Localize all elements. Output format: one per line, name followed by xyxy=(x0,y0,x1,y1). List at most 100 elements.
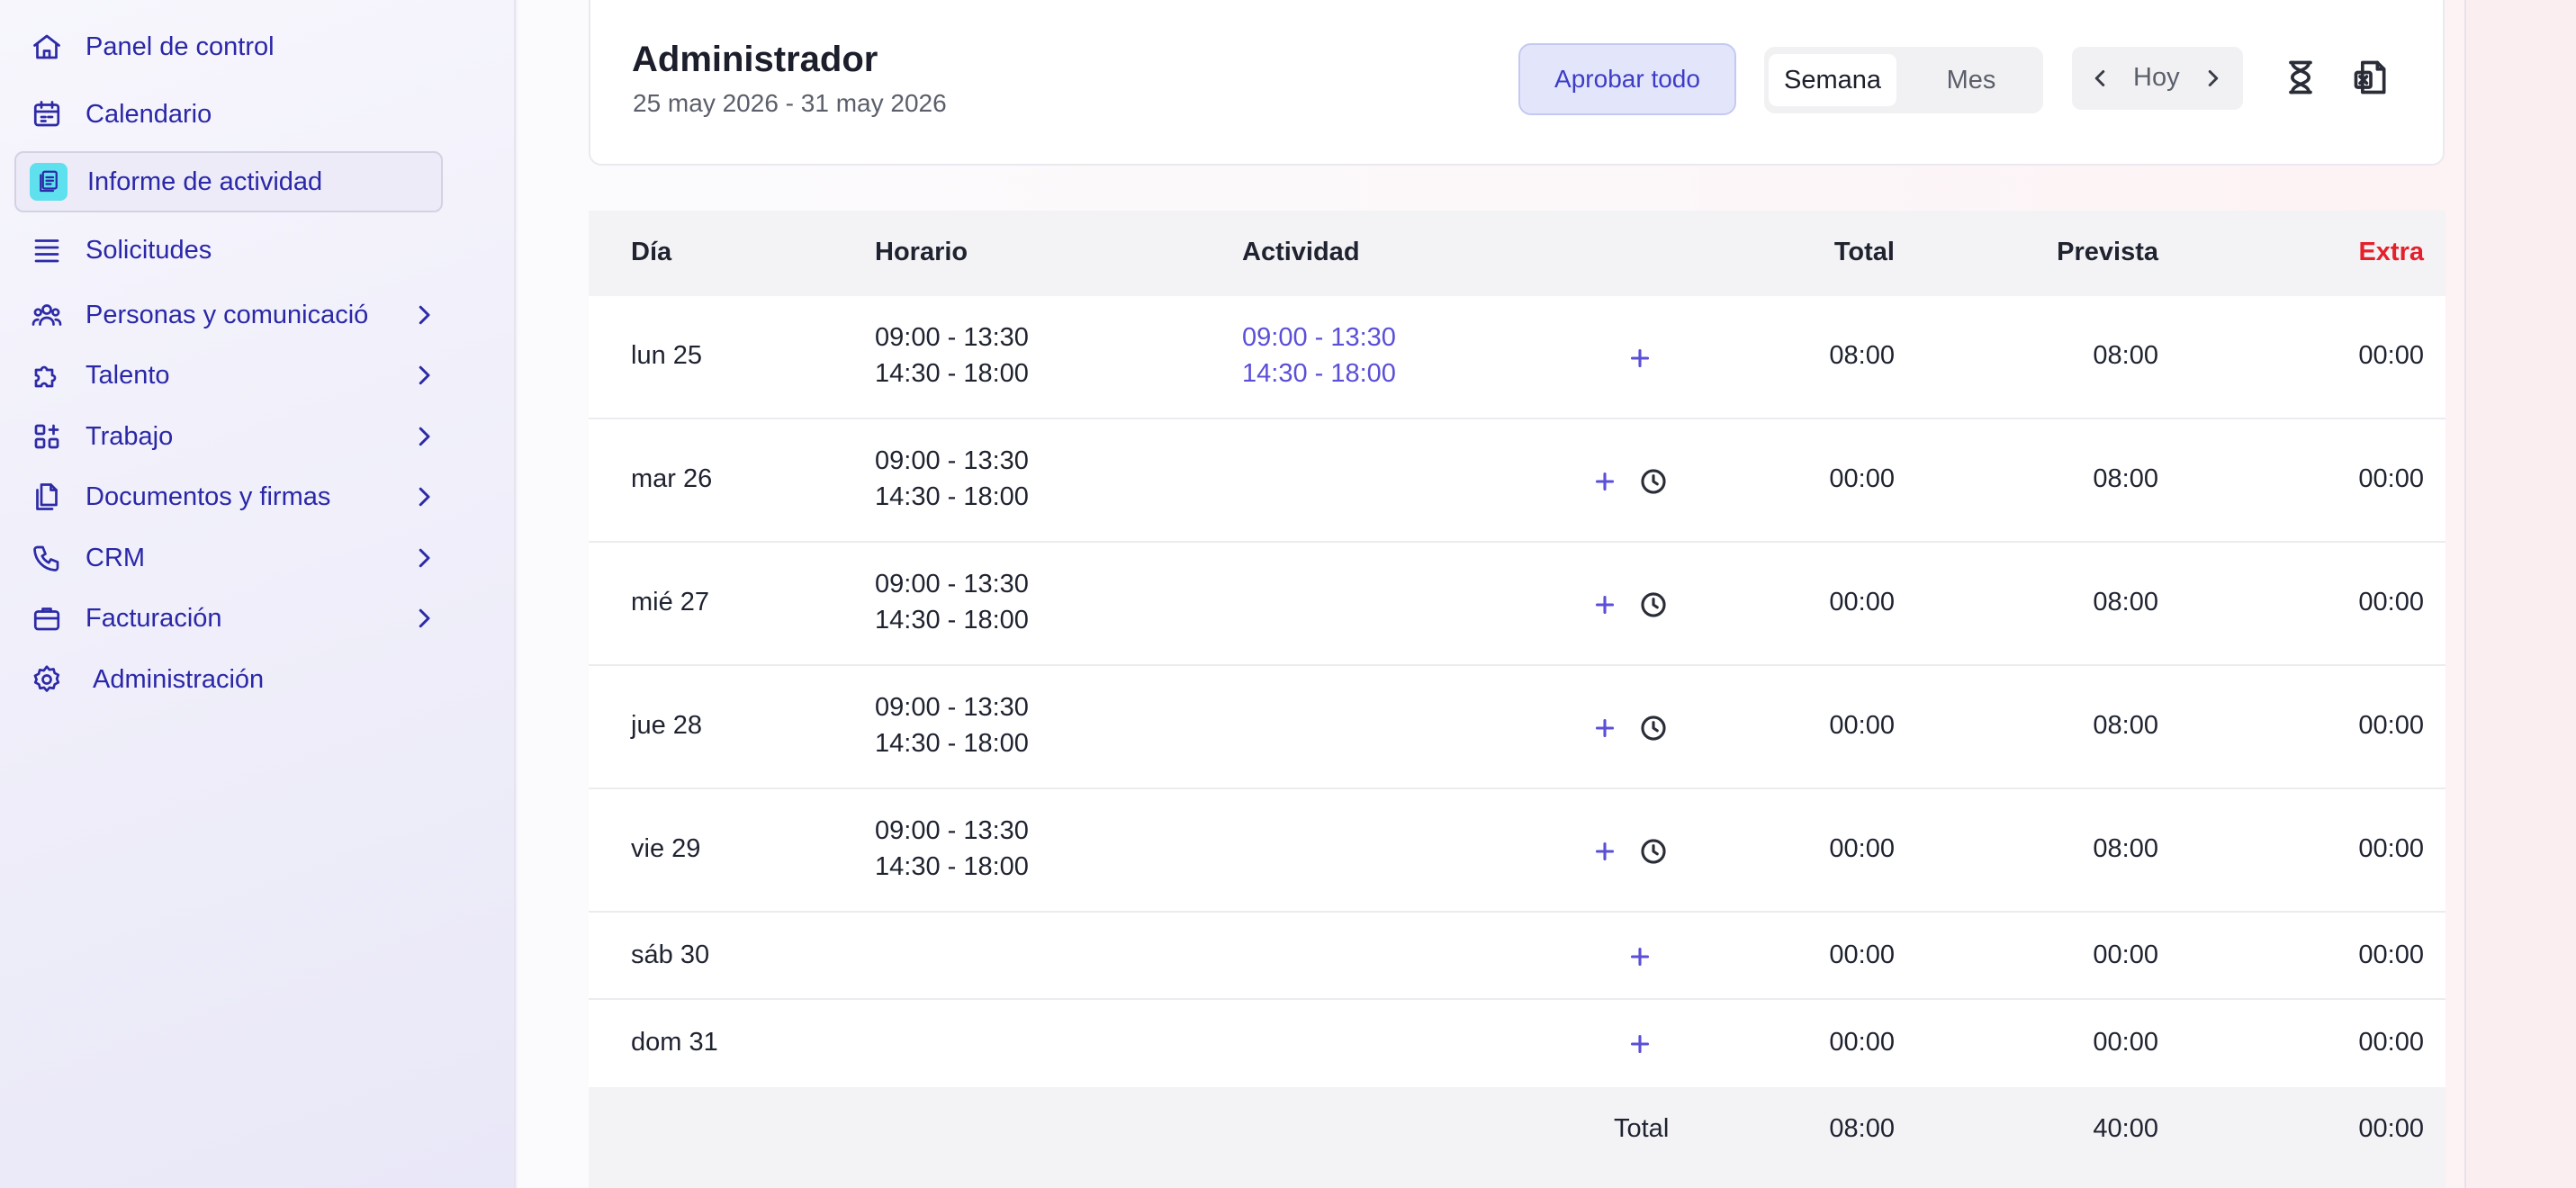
schedule-cell: 09:00 - 13:30 xyxy=(875,693,1029,722)
plus-icon[interactable] xyxy=(1590,590,1620,620)
schedule-cell: 09:00 - 13:30 xyxy=(875,446,1029,475)
date-navigation: Hoy xyxy=(2072,47,2243,110)
puzzle-icon xyxy=(29,357,65,393)
extra-cell: 00:00 xyxy=(2358,341,2424,370)
planned-cell: 08:00 xyxy=(2093,588,2158,616)
schedule-cell: 14:30 - 18:00 xyxy=(875,359,1029,388)
planned-cell: 00:00 xyxy=(2093,940,2158,969)
schedule-cell: 09:00 - 13:30 xyxy=(875,323,1029,352)
view-month-option[interactable]: Mes xyxy=(1913,54,2030,106)
column-header-schedule: Horario xyxy=(875,238,968,266)
footer-extra: 00:00 xyxy=(2358,1114,2424,1143)
sidebar-item-documentos-y-firmas[interactable]: Documentos y firmas xyxy=(14,466,443,527)
column-header-extra: Extra xyxy=(2358,238,2424,266)
home-icon xyxy=(29,29,65,65)
sidebar-item-label: Solicitudes xyxy=(86,235,212,265)
clock-icon[interactable] xyxy=(1638,713,1669,743)
schedule-cell: 14:30 - 18:00 xyxy=(875,852,1029,881)
total-cell: 00:00 xyxy=(1829,711,1895,740)
day-cell: jue 28 xyxy=(631,711,703,740)
chevron-left-icon[interactable] xyxy=(2086,65,2113,92)
phone-icon xyxy=(29,540,65,576)
page-title: Administrador xyxy=(632,40,878,79)
table-row[interactable]: mar 26 09:00 - 13:30 14:30 - 18:00 00:00… xyxy=(589,419,2445,543)
extra-cell: 00:00 xyxy=(2358,711,2424,740)
plus-icon[interactable] xyxy=(1625,1029,1655,1059)
plus-icon[interactable] xyxy=(1590,466,1620,497)
report-icon xyxy=(30,163,68,201)
date-range: 25 may 2026 - 31 may 2026 xyxy=(633,89,947,117)
schedule-cell: 14:30 - 18:00 xyxy=(875,729,1029,758)
total-cell: 00:00 xyxy=(1829,588,1895,616)
table-footer: Total 08:00 40:00 00:00 xyxy=(589,1087,2445,1188)
chevron-right-icon xyxy=(410,362,437,389)
table-row[interactable]: sáb 30 00:00 00:00 00:00 xyxy=(589,913,2445,1000)
list-icon xyxy=(29,232,65,268)
sidebar-item-talento[interactable]: Talento xyxy=(14,345,443,406)
schedule-cell: 14:30 - 18:00 xyxy=(875,482,1029,511)
apps-icon xyxy=(29,418,65,454)
sidebar-item-label: Administración xyxy=(93,664,265,694)
schedule-cell: 14:30 - 18:00 xyxy=(875,606,1029,634)
table-row[interactable]: jue 28 09:00 - 13:30 14:30 - 18:00 00:00… xyxy=(589,666,2445,789)
excel-export-icon[interactable] xyxy=(2351,58,2391,97)
approve-all-button[interactable]: Aprobar todo xyxy=(1518,43,1736,115)
sidebar-item-facturacion[interactable]: Facturación xyxy=(14,588,443,649)
sidebar-item-calendario[interactable]: Calendario xyxy=(14,84,443,145)
sidebar-item-panel-de-control[interactable]: Panel de control xyxy=(14,16,443,77)
total-cell: 08:00 xyxy=(1829,341,1895,370)
extra-cell: 00:00 xyxy=(2358,1028,2424,1057)
people-icon xyxy=(29,297,65,333)
table-row[interactable]: dom 31 00:00 00:00 00:00 xyxy=(589,1000,2445,1087)
sidebar: Panel de control Calendario Informe de a… xyxy=(0,0,516,1188)
footer-planned: 40:00 xyxy=(2093,1114,2158,1143)
activity-entry[interactable]: 14:30 - 18:00 xyxy=(1242,359,1396,389)
sidebar-item-label: Calendario xyxy=(86,99,212,129)
table-row[interactable]: lun 25 09:00 - 13:30 14:30 - 18:00 09:00… xyxy=(589,296,2445,419)
planned-cell: 08:00 xyxy=(2093,711,2158,740)
sidebar-item-solicitudes[interactable]: Solicitudes xyxy=(14,220,443,281)
sidebar-item-crm[interactable]: CRM xyxy=(14,527,443,589)
total-cell: 00:00 xyxy=(1829,1028,1895,1057)
sidebar-item-administracion[interactable]: Administración xyxy=(14,649,443,710)
planned-cell: 08:00 xyxy=(2093,464,2158,493)
sidebar-item-informe-de-actividad[interactable]: Informe de actividad xyxy=(14,151,443,212)
chevron-right-icon xyxy=(410,605,437,632)
day-cell: mar 26 xyxy=(631,464,713,493)
day-cell: vie 29 xyxy=(631,834,701,863)
column-header-total: Total xyxy=(1833,238,1895,266)
chevron-right-icon xyxy=(410,544,437,572)
total-cell: 00:00 xyxy=(1829,834,1895,863)
plus-icon[interactable] xyxy=(1590,713,1620,743)
plus-icon[interactable] xyxy=(1590,836,1620,867)
hourglass-icon[interactable] xyxy=(2281,58,2320,97)
sidebar-item-label: Panel de control xyxy=(86,32,275,61)
clock-icon[interactable] xyxy=(1638,836,1669,867)
total-cell: 00:00 xyxy=(1829,940,1895,969)
column-header-planned: Prevista xyxy=(2057,238,2158,266)
schedule-cell: 09:00 - 13:30 xyxy=(875,816,1029,845)
sidebar-item-trabajo[interactable]: Trabajo xyxy=(14,406,443,467)
chevron-right-icon[interactable] xyxy=(2200,65,2227,92)
activity-entry[interactable]: 09:00 - 13:30 xyxy=(1242,323,1396,353)
planned-cell: 08:00 xyxy=(2093,834,2158,863)
plus-icon[interactable] xyxy=(1625,941,1655,972)
briefcase-icon xyxy=(29,600,65,636)
plus-icon[interactable] xyxy=(1625,343,1655,374)
clock-icon[interactable] xyxy=(1638,466,1669,497)
sidebar-item-personas-y-comunicacion[interactable]: Personas y comunicació xyxy=(14,284,443,346)
footer-total-label: Total xyxy=(1614,1114,1670,1143)
table-row[interactable]: mié 27 09:00 - 13:30 14:30 - 18:00 00:00… xyxy=(589,543,2445,666)
sidebar-item-label: Trabajo xyxy=(86,421,174,451)
extra-cell: 00:00 xyxy=(2358,834,2424,863)
view-week-option[interactable]: Semana xyxy=(1769,54,1896,106)
schedule-cell: 09:00 - 13:30 xyxy=(875,570,1029,598)
planned-cell: 08:00 xyxy=(2093,341,2158,370)
chevron-right-icon xyxy=(410,483,437,510)
extra-cell: 00:00 xyxy=(2358,940,2424,969)
today-button[interactable]: Hoy xyxy=(2133,63,2180,93)
documents-icon xyxy=(29,479,65,515)
table-row[interactable]: vie 29 09:00 - 13:30 14:30 - 18:00 00:00… xyxy=(589,789,2445,913)
clock-icon[interactable] xyxy=(1638,590,1669,620)
activity-table: Día Horario Actividad Total Prevista Ext… xyxy=(589,211,2445,1188)
